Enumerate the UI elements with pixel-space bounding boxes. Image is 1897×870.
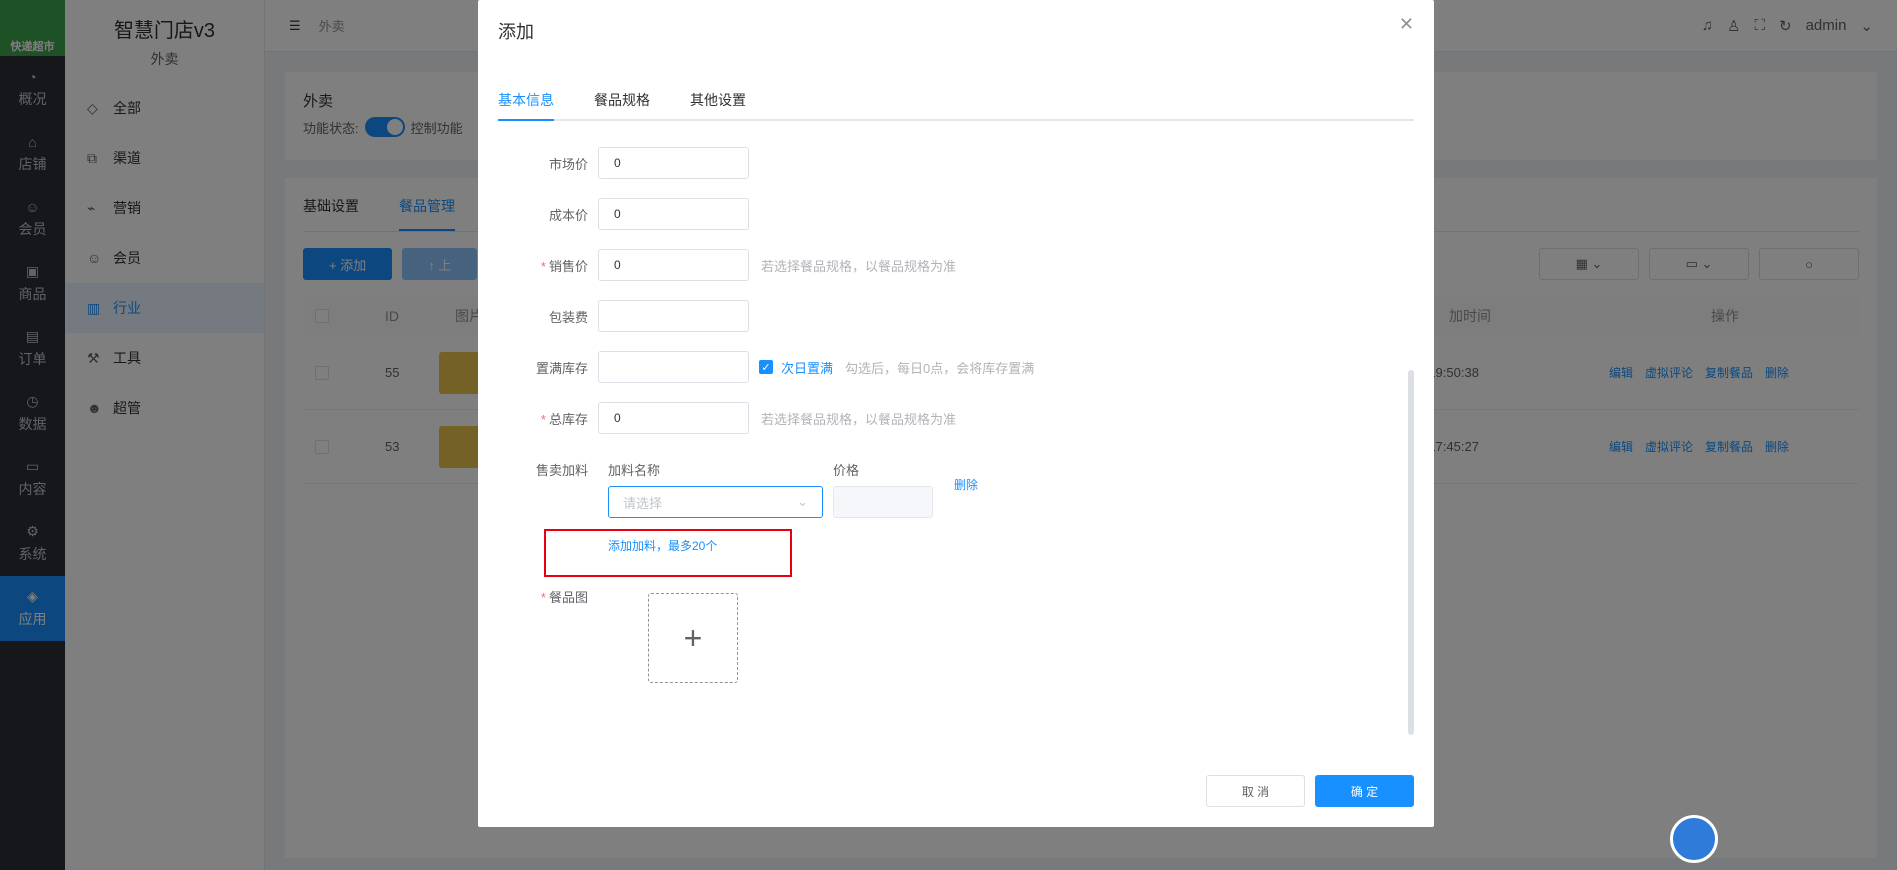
confirm-button[interactable]: 确 定: [1315, 775, 1414, 807]
check-icon: ✓: [761, 361, 771, 374]
form-row-cost-price: 成本价 0: [478, 198, 749, 230]
next-day-refill-label[interactable]: 次日置满: [781, 358, 833, 377]
packing-fee-label: 包装费: [548, 309, 588, 325]
next-day-refill-checkbox[interactable]: ✓: [759, 360, 773, 374]
required-mark: *: [540, 258, 546, 274]
total-stock-input[interactable]: 0: [598, 402, 749, 434]
sale-price-hint: 若选择餐品规格，以餐品规格为准: [761, 258, 957, 274]
addon-delete-link[interactable]: 删除: [954, 476, 978, 493]
meal-image-label: 餐品图: [548, 590, 588, 605]
market-price-label: 市场价: [548, 156, 588, 172]
dialog-footer: 取 消 确 定: [1206, 775, 1414, 807]
addon-label: 售卖加料: [535, 463, 588, 478]
addon-price-header: 价格: [833, 463, 860, 478]
cost-price-input[interactable]: 0: [598, 198, 749, 230]
addon-name-header: 加料名称: [608, 463, 661, 478]
form-row-sale-price: * 销售价 0 若选择餐品规格，以餐品规格为准: [478, 249, 956, 281]
refill-stock-label: 置满库存: [535, 360, 588, 376]
sale-price-input[interactable]: 0: [598, 249, 749, 281]
market-price-input[interactable]: 0: [598, 147, 749, 179]
dialog-scrollbar[interactable]: [1408, 370, 1414, 735]
image-uploader[interactable]: +: [648, 593, 738, 683]
form-row-packing-fee: 包装费: [478, 300, 749, 332]
add-meal-dialog: 添加 ✕ 基本信息 餐品规格 其他设置 市场价 0 成本价 0 * 销售价 0 若…: [478, 0, 1434, 827]
form-row-refill-stock: 置满库存 ✓ 次日置满 勾选后，每日0点，会将库存置满: [478, 351, 1034, 383]
form-row-total-stock: * 总库存 0 若选择餐品规格，以餐品规格为准: [478, 402, 956, 434]
refill-stock-hint: 勾选后，每日0点，会将库存置满: [845, 360, 1035, 376]
required-mark: *: [540, 590, 546, 605]
addon-select[interactable]: 请选择 ⌄: [608, 486, 823, 518]
dialog-tabs: 基本信息 餐品规格 其他设置: [498, 90, 1414, 121]
form-row-market-price: 市场价 0: [478, 147, 749, 179]
dialog-title: 添加: [498, 22, 534, 42]
cancel-button[interactable]: 取 消: [1206, 775, 1305, 807]
floating-assistant-icon[interactable]: [1670, 815, 1718, 863]
addon-price-input[interactable]: [833, 486, 933, 518]
sale-price-label: 销售价: [548, 258, 588, 274]
refill-stock-input[interactable]: [598, 351, 749, 383]
required-mark: *: [540, 411, 546, 427]
total-stock-hint: 若选择餐品规格，以餐品规格为准: [761, 411, 957, 427]
tab-meal-spec[interactable]: 餐品规格: [594, 90, 650, 121]
cost-price-label: 成本价: [548, 207, 588, 223]
tab-other-settings[interactable]: 其他设置: [690, 90, 746, 121]
tab-basic-info[interactable]: 基本信息: [498, 90, 554, 121]
add-addon-link[interactable]: 添加加料，最多20个: [608, 537, 717, 554]
close-icon[interactable]: ✕: [1399, 14, 1414, 35]
plus-icon: +: [683, 619, 703, 656]
packing-fee-input[interactable]: [598, 300, 749, 332]
chevron-down-icon: ⌄: [797, 494, 808, 509]
total-stock-label: 总库存: [548, 411, 588, 427]
